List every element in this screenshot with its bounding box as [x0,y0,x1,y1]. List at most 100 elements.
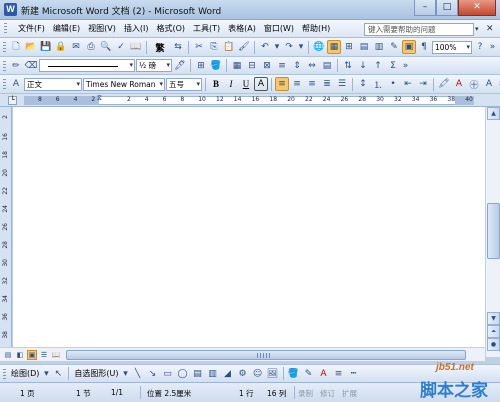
status-extend[interactable]: 扩展 [342,388,357,399]
select-objects-icon[interactable]: ↖ [51,367,65,381]
align-left-icon[interactable]: ≡ [275,77,289,91]
reading-layout-view-icon[interactable]: 📖 [51,350,61,360]
permission-icon[interactable]: 🔒 [54,40,68,54]
print-layout-view-icon[interactable]: ▣ [27,350,37,360]
borders-icon[interactable]: ⊞ [194,59,208,73]
tables-borders-icon[interactable]: ▦ [327,40,341,54]
undo-icon[interactable]: ↶ [258,40,272,54]
spelling-icon[interactable]: ✓ [114,40,128,54]
autoshapes-menu-button[interactable]: 自选图形(U) [72,368,120,379]
research-icon[interactable]: 📖 [129,40,143,54]
toolbar-options-icon[interactable]: » [488,40,497,54]
hyperlink-icon[interactable]: 🌐 [312,40,326,54]
text-box-icon[interactable]: ▤ [191,367,205,381]
enclose-characters-icon[interactable]: ㊉ [467,77,481,91]
toolbar-options-icon[interactable]: » [401,59,410,73]
select-browse-object-icon[interactable]: ● [487,338,500,351]
horizontal-scroll-thumb[interactable] [66,350,466,360]
border-color-icon[interactable]: 🖊 [173,59,187,73]
menu-view[interactable]: 视图(V) [84,20,120,38]
format-painter-icon[interactable]: 🖌 [237,40,251,54]
vertical-text-box-icon[interactable]: ▥ [206,367,220,381]
rectangle-icon[interactable]: ▭ [161,367,175,381]
document-map-icon[interactable]: ▣ [402,40,416,54]
save-icon[interactable]: 💾 [39,40,53,54]
horizontal-scrollbar[interactable]: ▤ ◧ ▣ ☰ 📖 [0,347,485,361]
sort-ascending-icon[interactable]: ↓ [356,59,370,73]
traditional-chinese-icon[interactable]: 繁 [150,40,170,54]
redo-dropdown-icon[interactable]: ▾ [297,40,305,54]
merge-cells-icon[interactable]: ⊟ [245,59,259,73]
character-border-button[interactable]: A [254,77,268,91]
sort-descending-icon[interactable]: ↑ [371,59,385,73]
autoshapes-dropdown-icon[interactable]: ▾ [122,367,130,381]
toolbar-grip[interactable] [3,61,6,72]
line-color-icon[interactable]: ✎ [302,367,316,381]
drawing-icon[interactable]: ✎ [387,40,401,54]
vertical-ruler[interactable]: 2 16 18 20 22 24 26 28 30 32 34 36 38 [0,107,12,347]
scroll-down-icon[interactable]: ▼ [487,312,500,325]
convert-icon[interactable]: ⇆ [171,40,185,54]
font-color-icon[interactable]: A [452,77,466,91]
insert-excel-icon[interactable]: ▤ [357,40,371,54]
insert-table-dropdown-icon[interactable]: ▦ [230,59,244,73]
menu-insert[interactable]: 插入(I) [120,20,153,38]
zoom-select[interactable]: 100% [432,40,472,54]
decrease-indent-icon[interactable]: ⇤ [401,77,415,91]
split-cells-icon[interactable]: ⊠ [260,59,274,73]
clip-art-icon[interactable]: ☺ [251,367,265,381]
menu-grip-handle[interactable] [4,23,7,35]
maximize-button[interactable]: □ [436,0,458,16]
menu-window[interactable]: 窗口(W) [260,20,298,38]
oval-icon[interactable]: ◯ [176,367,190,381]
line-icon[interactable]: ╲ [131,367,145,381]
fill-color-icon[interactable]: 🪣 [287,367,301,381]
insert-table-icon[interactable]: ⊞ [342,40,356,54]
line-style-icon[interactable]: ≡ [332,367,346,381]
horizontal-scroll-track[interactable] [66,350,474,360]
align-cell-icon[interactable]: ≡ [275,59,289,73]
minimize-button[interactable]: – [414,0,436,16]
eraser-icon[interactable]: ⌫ [24,59,38,73]
close-button[interactable]: ✕ [458,0,496,16]
status-record[interactable]: 录制 [298,388,313,399]
align-center-icon[interactable]: ≡ [290,77,304,91]
copy-icon[interactable]: ⎘ [207,40,221,54]
print-preview-icon[interactable]: 🔍 [99,40,113,54]
indent-marker-icon[interactable]: ⧖ [97,94,102,103]
open-folder-icon[interactable]: 📂 [24,40,38,54]
toolbar-grip[interactable] [3,369,6,380]
underline-button[interactable]: U [239,77,253,91]
toolbar-grip[interactable] [3,79,6,90]
text-direction-icon[interactable]: ⇅ [341,59,355,73]
vertical-scroll-thumb[interactable] [487,203,500,259]
draw-table-icon[interactable]: ✏ [9,59,23,73]
numbering-icon[interactable]: ⒈ [371,77,385,91]
vertical-scrollbar[interactable]: ▲ ▼ ⏶ ● [485,107,500,357]
align-right-icon[interactable]: ≡ [305,77,319,91]
email-icon[interactable]: ✉ [69,40,83,54]
columns-icon[interactable]: ▥ [372,40,386,54]
help-dropdown-icon[interactable]: ▾ [475,25,479,33]
close-document-button[interactable]: ✕ [486,24,494,34]
menu-format[interactable]: 格式(O) [152,20,189,38]
font-size-select[interactable]: 五号 [166,77,202,91]
show-hide-icon[interactable]: ¶ [417,40,431,54]
status-track-changes[interactable]: 修订 [320,388,335,399]
help-icon[interactable]: ? [473,40,487,54]
line-spacing-icon[interactable]: ↕ [356,77,370,91]
tab-selector-icon[interactable]: └ [8,96,17,105]
font-select[interactable]: Times New Roman [83,77,165,91]
styles-formatting-icon[interactable]: A [9,77,23,91]
phonetic-guide-icon[interactable]: A [482,77,496,91]
menu-tools[interactable]: 工具(T) [189,20,224,38]
paste-icon[interactable]: 📋 [222,40,236,54]
highlight-icon[interactable]: 🖍 [437,77,451,91]
draw-menu-button[interactable]: 绘图(D) [9,368,41,379]
redo-icon[interactable]: ↷ [282,40,296,54]
menu-file[interactable]: 文件(F) [14,20,49,38]
help-search-input[interactable]: 键入需要帮助的问题 [364,23,474,36]
menu-help[interactable]: 帮助(H) [298,20,334,38]
bold-button[interactable]: B [209,77,223,91]
menu-table[interactable]: 表格(A) [224,20,260,38]
